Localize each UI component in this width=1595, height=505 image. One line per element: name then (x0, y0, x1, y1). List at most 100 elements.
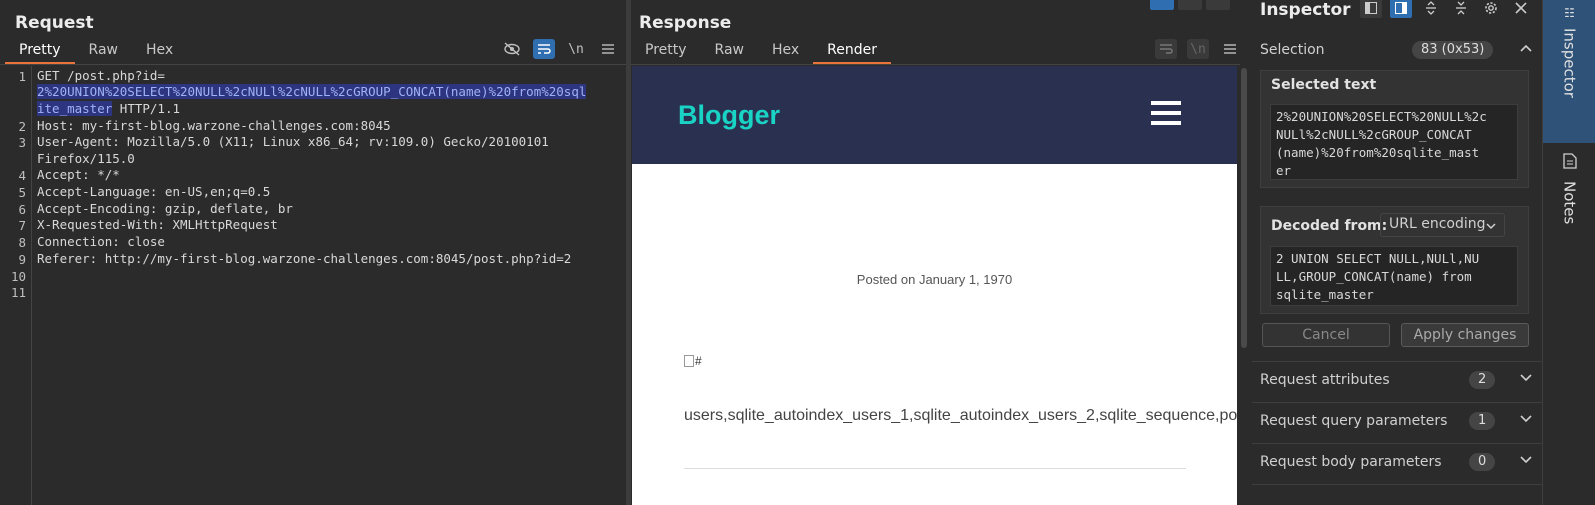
line-number: 1 (18, 69, 26, 84)
chevron-up-icon[interactable] (1520, 40, 1532, 56)
section-label: Request query parameters (1260, 412, 1448, 429)
layout-left-icon[interactable] (1360, 0, 1382, 18)
tab-response-pretty[interactable]: Pretty (631, 42, 701, 64)
response-divider (631, 64, 1240, 65)
eye-slash-icon[interactable] (501, 39, 523, 59)
inspector-title: Inspector (1260, 0, 1351, 20)
expand-all-icon[interactable] (1420, 0, 1442, 18)
injected-result-text: users,sqlite_autoindex_users_1,sqlite_au… (684, 407, 1237, 424)
side-tab-notes-label: Notes (1560, 181, 1579, 225)
code-text: HTTP/1.1 (112, 101, 180, 116)
hamburger-icon[interactable] (597, 39, 619, 59)
inspector-toolbar (1360, 0, 1532, 18)
layout-top-bottom-button[interactable] (1178, 0, 1202, 10)
encoding-select-value: URL encoding (1389, 216, 1486, 232)
content-divider (684, 468, 1186, 469)
chevron-down-icon[interactable] (1520, 370, 1532, 386)
selection-label: Selection (1260, 42, 1325, 58)
request-pane: Request Pretty Raw Hex \n 1 2 3 4 5 6 7 … (0, 0, 627, 505)
section-count-badge: 1 (1469, 412, 1496, 430)
response-toolbar: \n (1155, 39, 1241, 59)
line-gutter: 1 2 3 4 5 6 7 8 9 10 11 (0, 66, 32, 505)
line-number: 9 (18, 252, 26, 267)
side-tab-strip: ☷ Inspector Notes (1542, 0, 1595, 505)
post-date: Posted on January 1, 1970 (856, 272, 1013, 287)
code-line: ite_master HTTP/1.1 (37, 101, 180, 118)
selection-count-badge: 83 (0x53) (1412, 41, 1494, 59)
broken-image-alt: # (695, 354, 702, 368)
line-number: 10 (10, 269, 26, 284)
chevron-down-icon[interactable] (1520, 411, 1532, 427)
response-title: Response (639, 13, 732, 33)
request-title: Request (15, 13, 94, 33)
inspector-panel: Inspector Selection 83 (0x53) Selected t… (1252, 0, 1542, 505)
encoding-select[interactable]: URL encoding (1380, 213, 1505, 237)
selected-text-panel: Selected text 2%20UNION%20SELECT%20NULL%… (1260, 70, 1529, 188)
response-tabs: Pretty Raw Hex Render (631, 42, 892, 64)
site-navbar: Blogger (632, 66, 1237, 164)
line-number: 5 (18, 185, 26, 200)
request-body-parameters-section[interactable]: Request body parameters 0 (1252, 443, 1542, 479)
newline-toggle[interactable]: \n (565, 39, 587, 59)
request-attributes-section[interactable]: Request attributes 2 (1252, 361, 1542, 397)
tab-request-raw[interactable]: Raw (75, 42, 132, 64)
word-wrap-icon (1155, 39, 1177, 59)
layout-tabs-button[interactable] (1206, 0, 1230, 10)
tab-response-render[interactable]: Render (813, 42, 892, 64)
code-line: Accept: */* (37, 167, 120, 182)
decoded-panel: Decoded from: URL encoding 2 UNION SELEC… (1260, 206, 1529, 314)
side-tab-inspector-label: Inspector (1560, 28, 1579, 98)
code-text: GET /post.php?id= (37, 68, 165, 83)
response-scrollbar[interactable] (1240, 66, 1248, 505)
site-logo[interactable]: Blogger (678, 100, 780, 131)
code-line: Connection: close (37, 234, 165, 249)
hamburger-icon[interactable] (1219, 39, 1241, 59)
layout-right-icon[interactable] (1390, 0, 1412, 18)
section-count-badge: 0 (1469, 453, 1496, 471)
gear-icon[interactable] (1480, 0, 1502, 18)
line-number: 11 (10, 285, 26, 300)
next-section-edge (1252, 484, 1542, 505)
code-line: Firefox/115.0 (37, 151, 135, 166)
code-line: Accept-Encoding: gzip, deflate, br (37, 201, 293, 216)
tab-response-hex[interactable]: Hex (758, 42, 813, 64)
rendered-response: Blogger Posted on January 1, 1970 # user… (632, 66, 1237, 505)
line-number: 2 (18, 119, 26, 134)
code-line: X-Requested-With: XMLHttpRequest (37, 217, 278, 232)
selected-text-box[interactable]: 2%20UNION%20SELECT%20NULL%2c NULl%2cNULL… (1270, 104, 1518, 180)
request-editor[interactable]: 1 2 3 4 5 6 7 8 9 10 11 GET /post.php?id… (0, 66, 627, 505)
tab-request-hex[interactable]: Hex (132, 42, 187, 64)
selected-text-highlight[interactable]: ite_master (37, 101, 113, 116)
section-label: Request body parameters (1260, 453, 1442, 470)
apply-changes-button[interactable]: Apply changes (1401, 323, 1529, 347)
line-number: 3 (18, 135, 26, 150)
selection-section-header[interactable]: Selection 83 (0x53) (1252, 32, 1542, 68)
section-label: Request attributes (1260, 371, 1390, 388)
selected-text-title: Selected text (1271, 77, 1377, 93)
code-line: Referer: http://my-first-blog.warzone-ch… (37, 251, 572, 266)
code-line: Accept-Language: en-US,en;q=0.5 (37, 184, 271, 199)
menu-icon[interactable] (1151, 101, 1181, 125)
side-tab-inspector[interactable]: ☷ Inspector (1543, 0, 1595, 143)
word-wrap-icon[interactable] (533, 39, 555, 59)
request-toolbar: \n (501, 39, 619, 59)
newline-toggle: \n (1187, 39, 1209, 59)
tab-request-pretty[interactable]: Pretty (5, 42, 75, 64)
scrollbar-thumb[interactable] (1241, 68, 1247, 348)
tab-response-raw[interactable]: Raw (701, 42, 758, 64)
chevron-down-icon (1486, 218, 1496, 234)
line-number: 8 (18, 235, 26, 250)
side-tab-notes[interactable]: Notes (1543, 150, 1595, 240)
selected-text-highlight[interactable]: 2%20UNION%20SELECT%20NULL%2cNULl%2cNULL%… (37, 84, 587, 99)
chevron-down-icon[interactable] (1520, 452, 1532, 468)
code-line: User-Agent: Mozilla/5.0 (X11; Linux x86_… (37, 134, 549, 149)
request-query-parameters-section[interactable]: Request query parameters 1 (1252, 402, 1542, 438)
collapse-all-icon[interactable] (1450, 0, 1472, 18)
layout-side-by-side-button[interactable] (1150, 0, 1174, 10)
section-count-badge: 2 (1469, 371, 1496, 389)
line-number: 7 (18, 218, 26, 233)
cancel-button[interactable]: Cancel (1262, 323, 1390, 347)
decoded-text-box[interactable]: 2 UNION SELECT NULL,NULl,NU LL,GROUP_CON… (1270, 246, 1518, 306)
close-icon[interactable] (1510, 0, 1532, 18)
inspector-icon: ☷ (1562, 6, 1577, 20)
